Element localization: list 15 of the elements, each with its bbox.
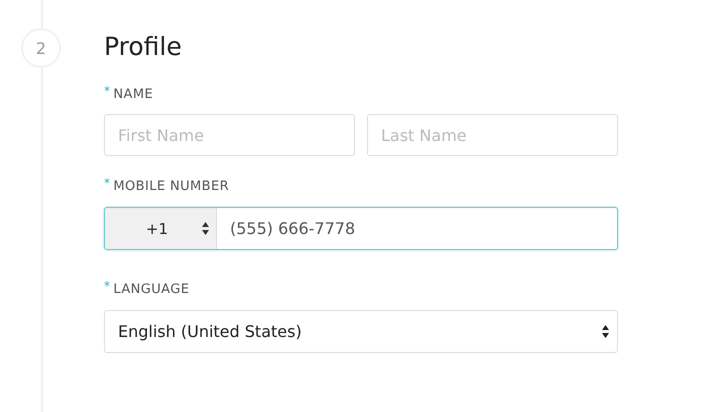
select-arrows-icon bbox=[202, 222, 209, 235]
phone-field[interactable]: +1 (555) 666-7778 bbox=[104, 207, 618, 250]
required-asterisk: * bbox=[104, 279, 110, 293]
required-asterisk: * bbox=[104, 84, 110, 98]
country-code-select[interactable]: +1 bbox=[105, 208, 217, 249]
step-number: 2 bbox=[21, 28, 61, 68]
language-select[interactable]: English (United States) bbox=[104, 310, 618, 353]
field-label: MOBILE NUMBER bbox=[113, 178, 230, 194]
select-arrows-icon bbox=[602, 325, 609, 338]
text-field[interactable]: Last Name bbox=[367, 114, 618, 156]
field-label: LANGUAGE bbox=[113, 282, 190, 296]
field-label: NAME bbox=[113, 86, 154, 102]
required-asterisk: * bbox=[104, 176, 110, 190]
text-field[interactable]: First Name bbox=[104, 114, 355, 156]
section-title: Profile bbox=[104, 31, 183, 63]
